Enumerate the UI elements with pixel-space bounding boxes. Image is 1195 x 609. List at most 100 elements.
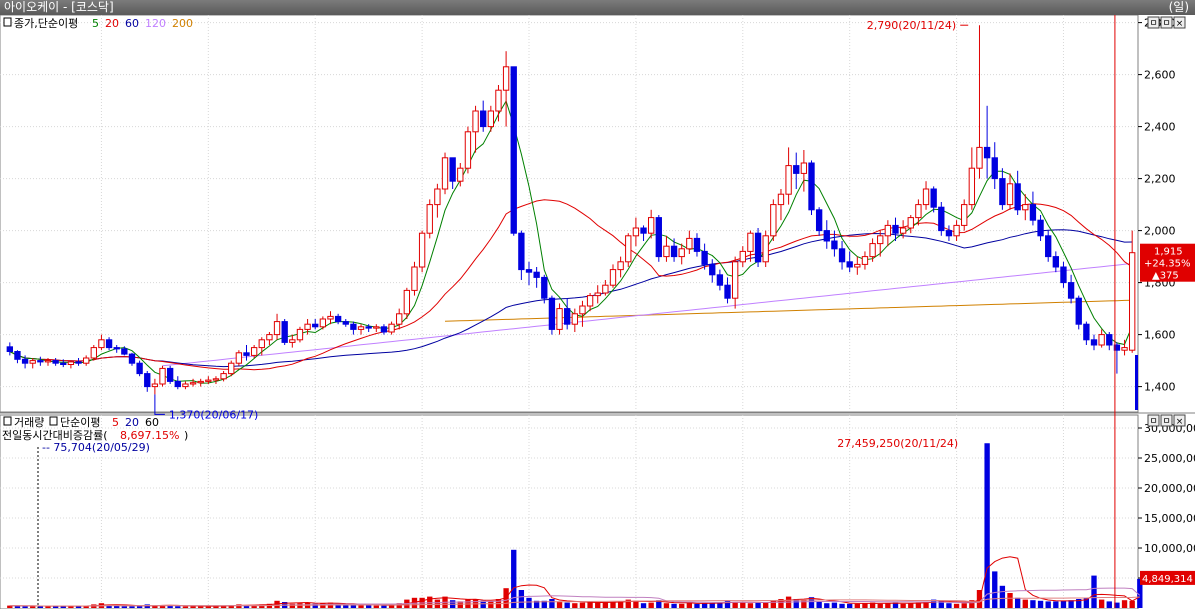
price-panel-button-label-2: × [1176,19,1184,29]
volume-panel-button-label-2: × [1176,417,1184,427]
candle-body [449,157,456,182]
volume-bar [633,600,639,608]
volume-bar [946,603,952,608]
candle-body [533,271,540,278]
price-legend-ma-60: 60 [125,17,139,30]
candle-body [1098,334,1105,346]
last-price: 1,915 [1154,247,1183,258]
last-change: ▲375 [1152,271,1179,282]
candle-body [52,360,59,364]
candle-body [1006,183,1014,206]
volume-bar [1121,600,1128,608]
volume-bar [175,606,181,608]
volume-change-label: 전일동시간대비증감률( [2,428,108,442]
volume-ma-legend-label: 단순이평 [60,416,100,429]
candle [754,228,762,267]
candle-body [609,269,617,286]
candle-body [663,245,670,258]
volume-bar [740,602,746,608]
candle-body [594,292,601,297]
candle-body [701,250,708,265]
candle-body [854,263,861,268]
candle-body [396,313,403,325]
window-title: 아이오케이 - [코스닥] [4,0,114,14]
candle-body [640,227,647,234]
candle-body [518,232,525,271]
candle [1075,295,1082,330]
volume-panel-button-label-1: ㅁ [1162,417,1170,427]
candle-body [220,373,227,380]
candle-body [922,188,930,206]
candle-body [709,263,716,276]
candle [296,326,304,343]
candle-body [564,308,571,325]
volume-bar [663,603,670,608]
candle-body [151,383,159,388]
volume-legend-ma-20: 20 [125,416,139,429]
candle [548,295,556,335]
volume-bar [549,599,555,608]
candle-body [869,243,876,258]
candle-body [304,323,311,330]
volume-bar [121,606,128,608]
candle-body [770,204,777,237]
volume-bar [686,602,693,608]
candle-body [350,323,357,330]
candle [808,160,815,215]
volume-bar [518,590,525,608]
candle-body [976,146,983,169]
volume-bar [320,603,326,608]
price-legend-box[interactable] [3,17,12,27]
volume-bar [488,601,494,608]
candle-body [480,110,487,128]
price-tick-label: 2,200 [1144,173,1176,186]
volume-bar [556,601,563,608]
candle-body [953,224,960,237]
volume-ma-legend-box[interactable] [49,416,58,426]
candle-body [1083,323,1090,341]
candle-body [1052,256,1060,268]
candle-body [1090,339,1098,346]
volume-bar [961,603,967,608]
candle-body [762,235,769,263]
candle-body [37,360,44,363]
volume-bar [831,602,838,608]
volume-bar [877,603,883,608]
volume-bar [579,602,586,608]
candle-body [258,339,265,349]
volume-tick-label: 20,000,000 [1144,482,1195,495]
volume-tick-label: 15,000,000 [1144,512,1195,525]
candle-body [793,165,800,174]
volume-legend-ma-5: 5 [112,416,119,429]
candle [426,199,433,239]
volume-change-value: 8,697.15% [120,429,179,442]
candle-body [945,230,953,237]
volume-bar [572,603,578,608]
candle-body [357,326,365,330]
candle-body [128,353,136,364]
volume-bar [511,549,517,608]
volume-panel [0,414,1139,609]
candle-body [21,358,29,364]
candle-body [228,362,235,375]
candle [655,215,662,262]
volume-bar [602,602,609,608]
price-legend-ma-5: 5 [92,17,99,30]
candle-body [266,334,273,341]
period-label[interactable]: (일) [1169,0,1189,15]
candle-body [312,323,319,328]
volume-high-annotation: 27,459,250(20/11/24) [837,437,958,450]
volume-bar [1014,597,1021,608]
volume-bar [648,602,654,608]
candle-body [182,383,189,388]
candle-body [747,232,754,252]
volume-legend-label: 거래량 [14,416,44,429]
candle-body [831,240,838,250]
candle [418,230,426,273]
candle-body [60,362,67,366]
candle-body [525,269,533,273]
price-tick-label: 1,400 [1144,381,1176,394]
stock-chart[interactable]: 1,4001,6001,8002,0002,2002,4002,6002,800… [0,15,1195,609]
candle-body [174,380,181,388]
volume-legend-box[interactable] [3,416,12,426]
